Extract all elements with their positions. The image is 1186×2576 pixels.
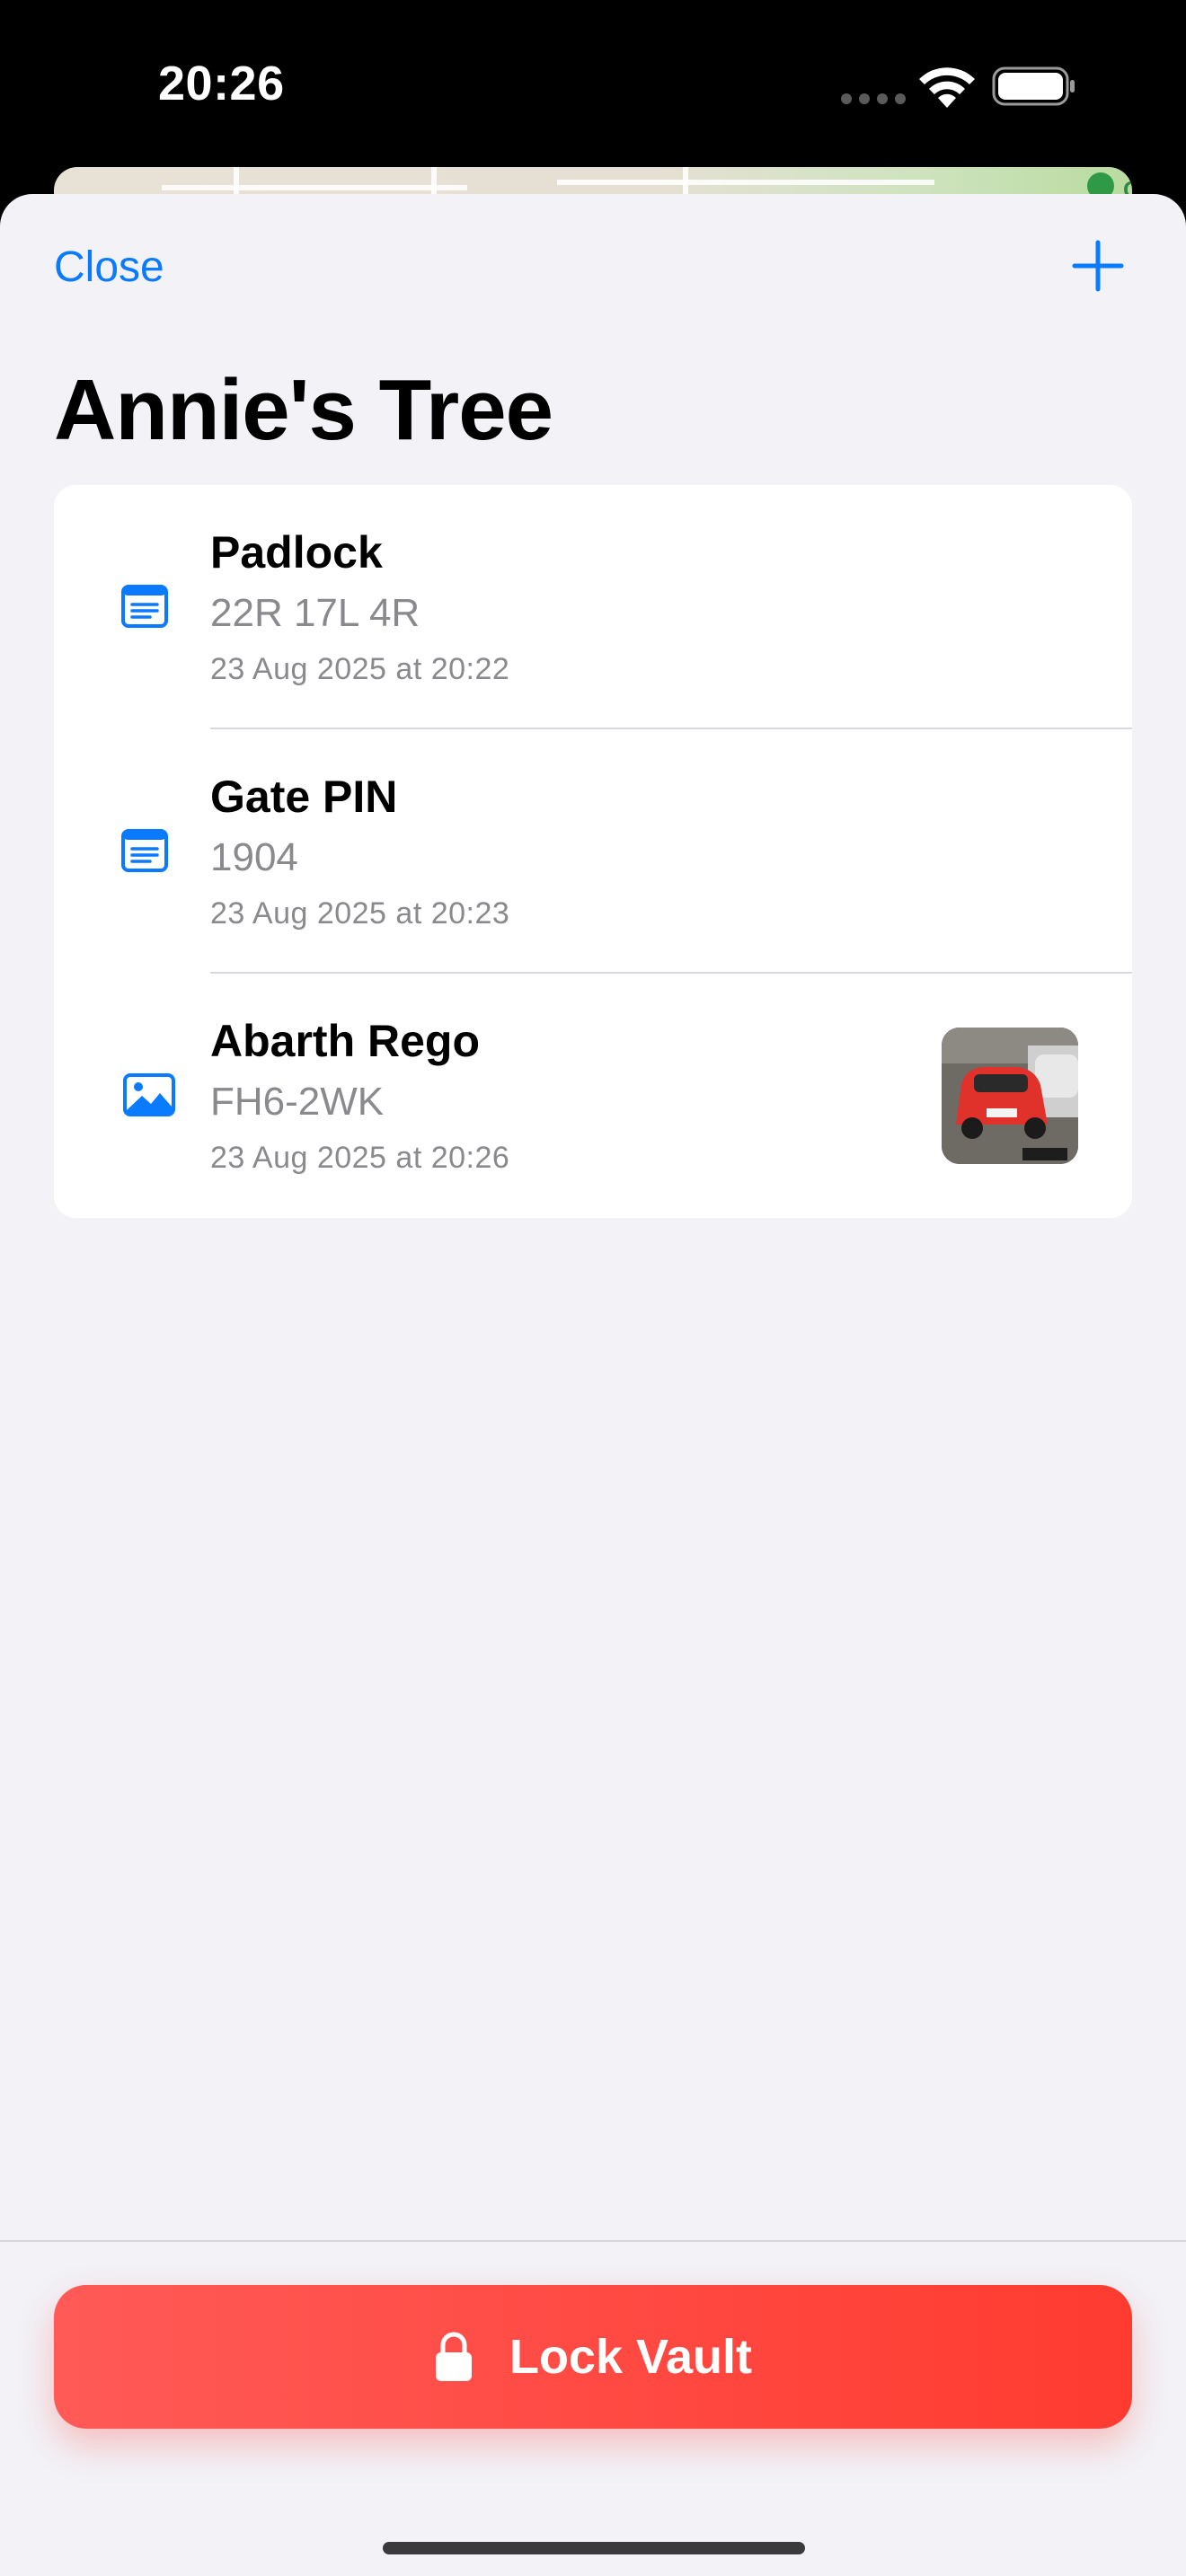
wifi-icon xyxy=(919,67,975,108)
item-title: Padlock xyxy=(210,527,383,578)
items-list: Padlock 22R 17L 4R 23 Aug 2025 at 20:22 … xyxy=(54,485,1132,1218)
home-indicator[interactable] xyxy=(383,2542,805,2554)
cellular-dots-icon xyxy=(841,93,906,104)
photo-icon xyxy=(123,1073,175,1116)
item-subtitle: FH6-2WK xyxy=(210,1080,385,1124)
lock-icon xyxy=(435,2332,472,2381)
item-date: 23 Aug 2025 at 20:23 xyxy=(210,896,510,931)
list-item[interactable]: Abarth Rego FH6-2WK 23 Aug 2025 at 20:26 xyxy=(54,974,1132,1218)
list-item[interactable]: Gate PIN 1904 23 Aug 2025 at 20:23 xyxy=(54,729,1132,974)
status-bar: 20:26 xyxy=(0,0,1186,171)
plus-icon[interactable] xyxy=(1071,239,1125,293)
lock-vault-button[interactable]: Lock Vault xyxy=(54,2285,1132,2429)
note-icon xyxy=(121,585,168,628)
list-item[interactable]: Padlock 22R 17L 4R 23 Aug 2025 at 20:22 xyxy=(54,485,1132,729)
close-button[interactable]: Close xyxy=(54,243,164,292)
bottom-divider xyxy=(0,2240,1186,2242)
item-title: Gate PIN xyxy=(210,772,398,822)
item-date: 23 Aug 2025 at 20:26 xyxy=(210,1141,510,1175)
item-date: 23 Aug 2025 at 20:22 xyxy=(210,652,510,686)
page-title: Annie's Tree xyxy=(54,362,553,458)
battery-icon xyxy=(992,66,1075,106)
vault-sheet: Close Annie's Tree Padlock 22R 17L 4R 23… xyxy=(0,194,1186,2576)
item-thumbnail xyxy=(942,1028,1078,1164)
item-subtitle: 22R 17L 4R xyxy=(210,591,420,635)
item-title: Abarth Rego xyxy=(210,1016,480,1066)
item-subtitle: 1904 xyxy=(210,835,298,879)
lock-vault-label: Lock Vault xyxy=(509,2330,753,2384)
status-time: 20:26 xyxy=(158,57,285,110)
app-screen: 20:26 Gar Close Annie's Tree xyxy=(0,0,1186,2576)
red-car-photo xyxy=(942,1028,1078,1164)
note-icon xyxy=(121,829,168,872)
